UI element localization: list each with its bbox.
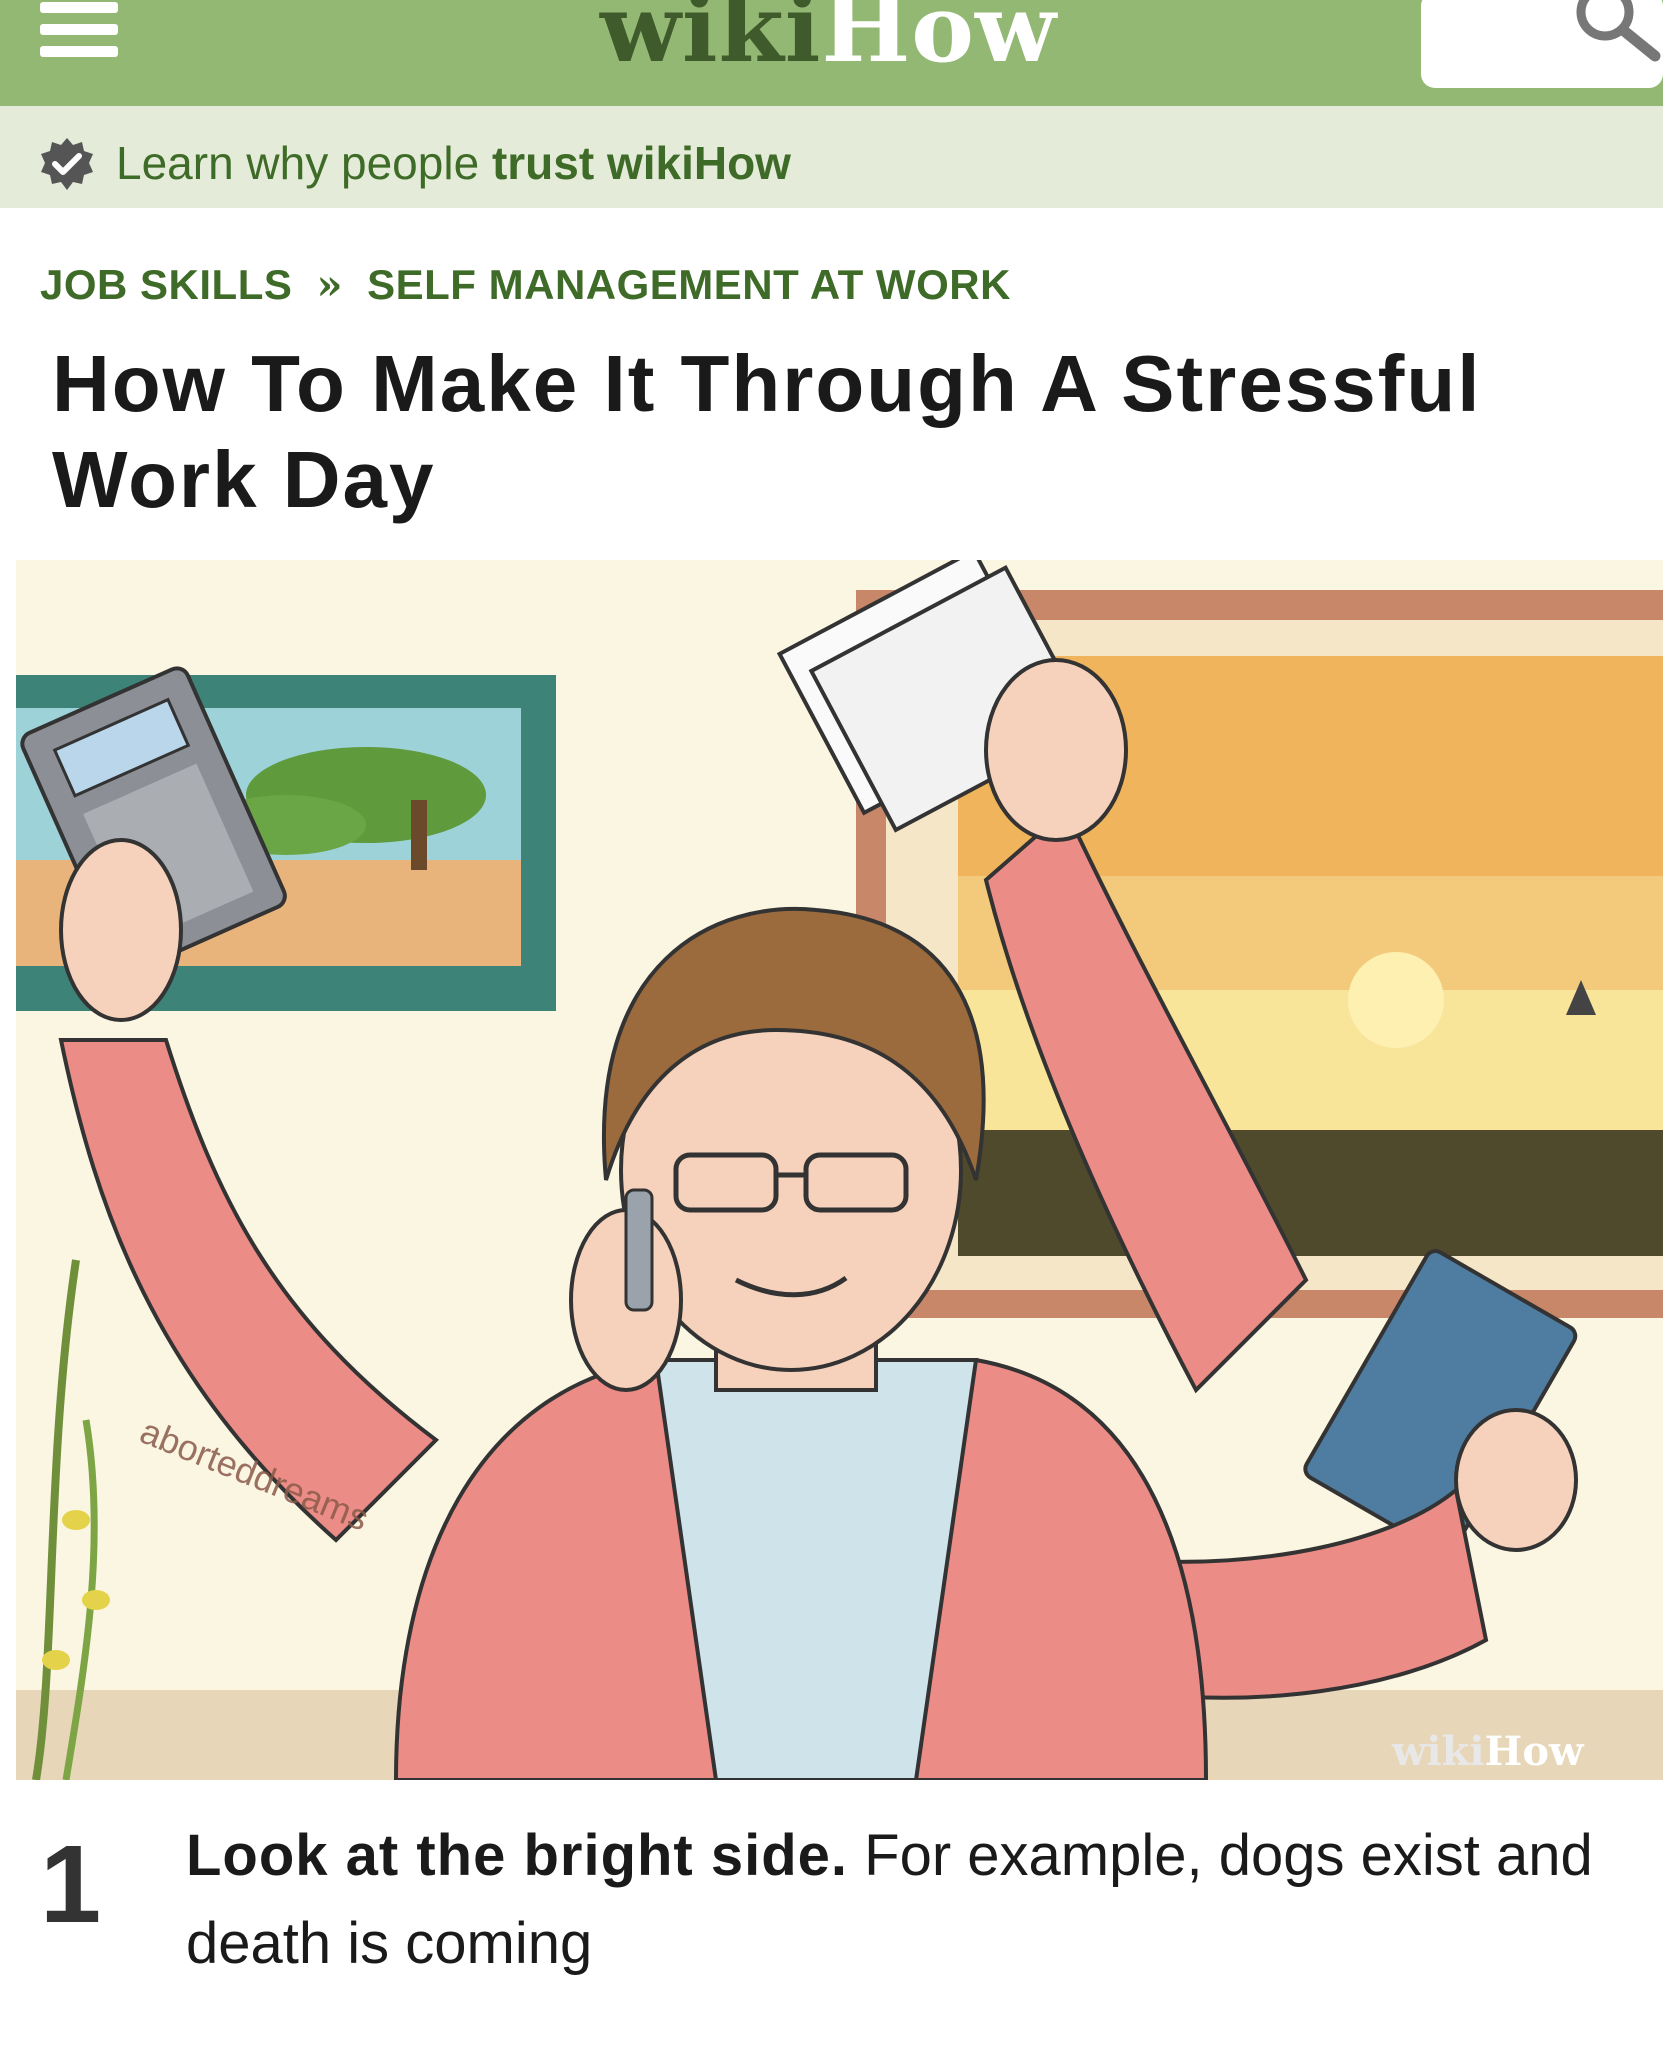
- step-bold-text: Look at the bright side.: [186, 1823, 849, 1888]
- illustration-logo-wiki: wiki: [1392, 1728, 1485, 1775]
- hamburger-menu-icon[interactable]: [40, 0, 118, 64]
- trust-banner[interactable]: Learn why people trust wikiHow: [0, 106, 1663, 208]
- page-title: How To Make It Through A Stressful Work …: [52, 339, 1482, 524]
- breadcrumb: JOB SKILLS » SELF MANAGEMENT AT WORK: [40, 260, 1011, 309]
- breadcrumb-item-job-skills[interactable]: JOB SKILLS: [40, 261, 292, 308]
- illustration-drawing: [16, 560, 1663, 1780]
- breadcrumb-item-self-management[interactable]: SELF MANAGEMENT AT WORK: [367, 261, 1011, 308]
- logo-wiki: wiki: [600, 0, 822, 84]
- illustration-logo-how: How: [1484, 1728, 1584, 1775]
- logo-how: How: [821, 0, 1057, 84]
- breadcrumb-separator: »: [316, 260, 344, 309]
- illustration-wikihow-logo: wikiHow: [1392, 1728, 1583, 1775]
- search-icon[interactable]: [1575, 0, 1663, 64]
- wikihow-logo[interactable]: wikiHow: [600, 0, 1057, 76]
- step-illustration: [16, 560, 1663, 1780]
- trust-text-bold: trust wikiHow: [491, 137, 791, 189]
- step-text: Look at the bright side. For example, do…: [186, 1812, 1626, 1988]
- trust-text[interactable]: Learn why people trust wikiHow: [116, 136, 791, 190]
- step-number: 1: [40, 1823, 102, 1946]
- verified-badge-icon: [41, 138, 93, 190]
- top-bar: wikiHow: [0, 0, 1663, 106]
- trust-text-prefix: Learn why people: [116, 137, 492, 189]
